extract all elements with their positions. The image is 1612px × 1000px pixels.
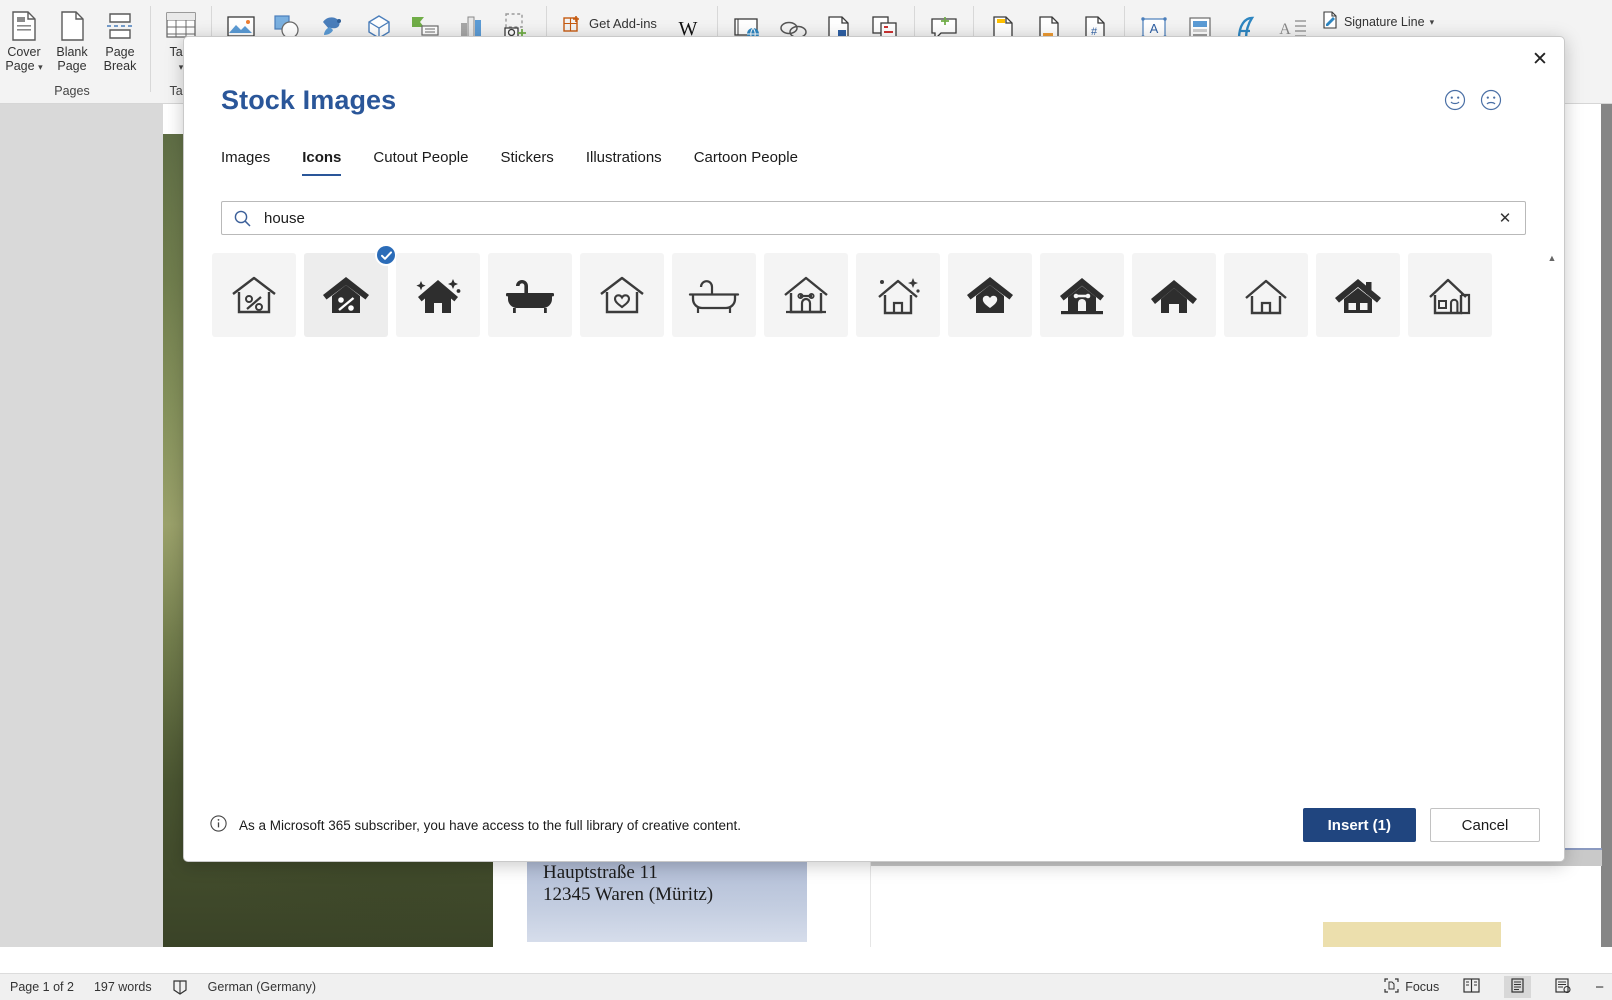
- address-line-2: 12345 Waren (Müritz): [543, 884, 714, 905]
- print-layout-button[interactable]: [1504, 976, 1532, 998]
- tab-cartoon-people[interactable]: Cartoon People: [678, 145, 814, 176]
- page-break-label: Page Break: [103, 45, 137, 73]
- document-left-margin: [0, 104, 163, 947]
- icon-result-house-door-outline[interactable]: [764, 253, 848, 337]
- frown-icon[interactable]: [1480, 89, 1502, 111]
- info-icon: [210, 815, 227, 835]
- zoom-out-button[interactable]: −: [1595, 979, 1604, 996]
- cover-page-label: Cover Page ▾: [5, 45, 43, 73]
- address-block[interactable]: Hauptstraße 11 12345 Waren (Müritz): [527, 854, 807, 942]
- subscriber-note: As a Microsoft 365 subscriber, you have …: [210, 815, 741, 835]
- signature-line-icon: [1321, 11, 1339, 32]
- read-mode-icon: [1463, 978, 1480, 996]
- close-icon[interactable]: ✕: [1522, 43, 1558, 75]
- dialog-tabs: Images Icons Cutout People Stickers Illu…: [221, 145, 814, 176]
- cover-page-icon: [9, 9, 39, 43]
- icon-result-house-percent-filled[interactable]: [304, 244, 397, 337]
- icon-grid: [212, 244, 1538, 337]
- clear-icon[interactable]: ✕: [1485, 209, 1525, 227]
- icon-result-bathtub-outline[interactable]: [672, 253, 756, 337]
- icon-result-house-percent-outline[interactable]: [212, 253, 296, 337]
- focus-button[interactable]: Focus: [1384, 978, 1439, 996]
- read-mode-button[interactable]: [1457, 976, 1486, 998]
- chevron-down-icon[interactable]: ▾: [38, 62, 43, 72]
- feedback-icons: [1444, 89, 1502, 111]
- icon-result-house-heart-outline[interactable]: [580, 253, 664, 337]
- cancel-button[interactable]: Cancel: [1430, 808, 1540, 842]
- dialog-buttons: Insert (1) Cancel: [1302, 808, 1540, 842]
- icon-result-house-chimney-filled[interactable]: [1316, 253, 1400, 337]
- icon-result-house-plain-outline[interactable]: [1224, 253, 1308, 337]
- icon-result-house-door-filled[interactable]: [1040, 253, 1124, 337]
- ribbon-group-pages: Cover Page ▾ Blank Page Page Break Pages: [0, 0, 144, 104]
- subscriber-note-text: As a Microsoft 365 subscriber, you have …: [239, 817, 741, 833]
- ribbon-group-pages-label: Pages: [54, 84, 90, 98]
- smile-icon[interactable]: [1444, 89, 1466, 111]
- dialog-scrollbar[interactable]: ▲ ▼: [1544, 253, 1560, 805]
- status-bar: Page 1 of 2 197 words German (Germany) F…: [0, 973, 1612, 1000]
- cover-page-button[interactable]: Cover Page ▾: [0, 4, 48, 78]
- tab-icons[interactable]: Icons: [286, 145, 357, 176]
- tab-images[interactable]: Images: [221, 145, 286, 176]
- chevron-down-icon[interactable]: ▾: [1430, 17, 1435, 26]
- web-layout-icon: [1555, 978, 1571, 996]
- icon-result-house-windows-outline[interactable]: [1408, 253, 1492, 337]
- page-indicator[interactable]: Page 1 of 2: [10, 980, 74, 994]
- language-indicator[interactable]: German (Germany): [208, 980, 316, 994]
- blank-page-icon: [57, 9, 87, 43]
- web-layout-button[interactable]: [1549, 976, 1577, 998]
- search-icon: [222, 209, 262, 228]
- word-count[interactable]: 197 words: [94, 980, 152, 994]
- page-break-icon: [104, 9, 136, 43]
- svg-text:A: A: [1150, 21, 1159, 36]
- print-layout-icon: [1510, 978, 1525, 996]
- stock-images-dialog: ✕ Stock Images Images Icons Cutout Peopl…: [183, 36, 1565, 862]
- icon-result-house-sparkle-filled[interactable]: [396, 253, 480, 337]
- focus-label: Focus: [1405, 980, 1440, 994]
- page-break-button[interactable]: Page Break: [96, 4, 144, 78]
- search-box[interactable]: ✕: [221, 201, 1526, 235]
- word-window: Cover Page ▾ Blank Page Page Break Pages…: [0, 0, 1612, 1000]
- icon-results-grid: [212, 244, 1538, 801]
- ribbon-separator: [150, 6, 151, 92]
- signature-line-button[interactable]: Signature Line ▾: [1315, 9, 1440, 34]
- tab-illustrations[interactable]: Illustrations: [570, 145, 678, 176]
- chevron-up-icon[interactable]: ▲: [1548, 253, 1557, 263]
- get-addins-label: Get Add-ins: [589, 16, 657, 31]
- icon-result-house-heart-filled[interactable]: [948, 253, 1032, 337]
- blank-page-button[interactable]: Blank Page: [48, 4, 96, 78]
- tab-stickers[interactable]: Stickers: [484, 145, 569, 176]
- address-line-1: Hauptstraße 11: [543, 862, 658, 883]
- icon-result-bathtub-filled[interactable]: [488, 253, 572, 337]
- icon-result-house-plain-filled[interactable]: [1132, 253, 1216, 337]
- dialog-footer: As a Microsoft 365 subscriber, you have …: [184, 789, 1564, 861]
- search-input[interactable]: [262, 208, 1485, 228]
- dialog-title: Stock Images: [221, 85, 397, 115]
- addins-icon: [561, 11, 583, 37]
- blank-page-label: Blank Page: [56, 45, 88, 73]
- tab-cutout-people[interactable]: Cutout People: [357, 145, 484, 176]
- proofing-icon[interactable]: [172, 979, 188, 995]
- insert-button[interactable]: Insert (1): [1302, 808, 1416, 842]
- focus-icon: [1384, 978, 1399, 996]
- signature-line-label: Signature Line: [1343, 14, 1425, 29]
- highlight-box: [1323, 922, 1501, 947]
- icon-result-house-sparkle-outline[interactable]: [856, 253, 940, 337]
- selected-check-icon: [375, 244, 397, 266]
